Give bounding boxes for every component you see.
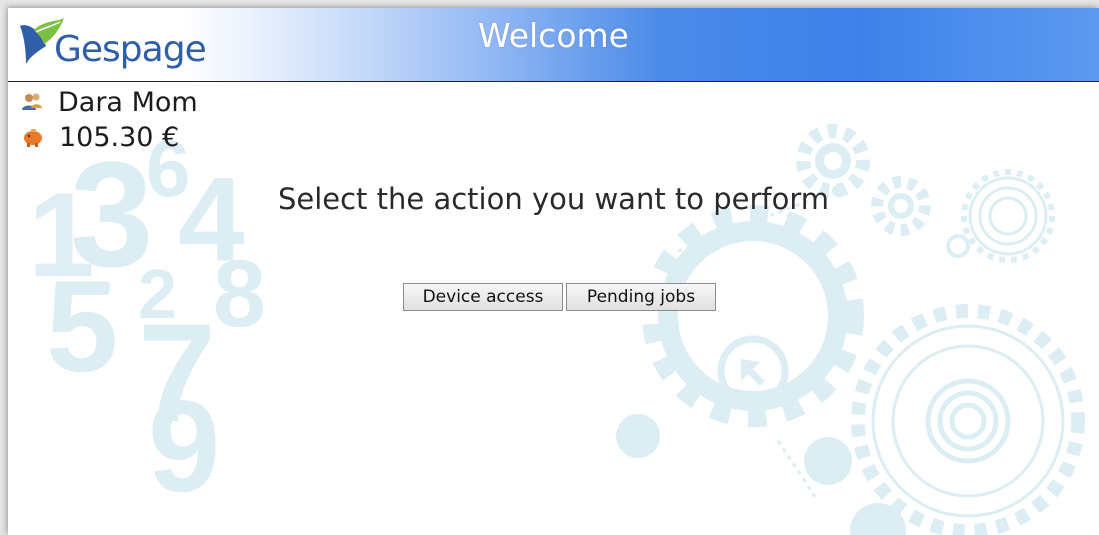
action-prompt: Select the action you want to perform [277,182,830,216]
user-info: Dara Mom [20,86,198,118]
credit-info: 105.30 € [21,121,179,153]
user-name: Dara Mom [58,86,198,118]
bg-number: 9 [148,373,220,519]
action-buttons: Device access Pending jobs [403,283,716,311]
credit-balance: 105.30 € [59,121,180,153]
bg-number: 5 [46,253,118,399]
user-icon [22,93,42,110]
app-window: 1 3 6 4 2 5 8 7 9 Gespage Welcome Dara M… [8,8,1099,535]
page-title: Welcome [478,16,629,55]
pending-jobs-button[interactable]: Pending jobs [566,283,716,311]
header-bar: Gespage Welcome [8,8,1099,82]
gear-large [642,205,864,427]
piggy-bank-icon [24,129,42,147]
bg-number: 8 [213,241,266,347]
device-access-button[interactable]: Device access [403,283,563,311]
